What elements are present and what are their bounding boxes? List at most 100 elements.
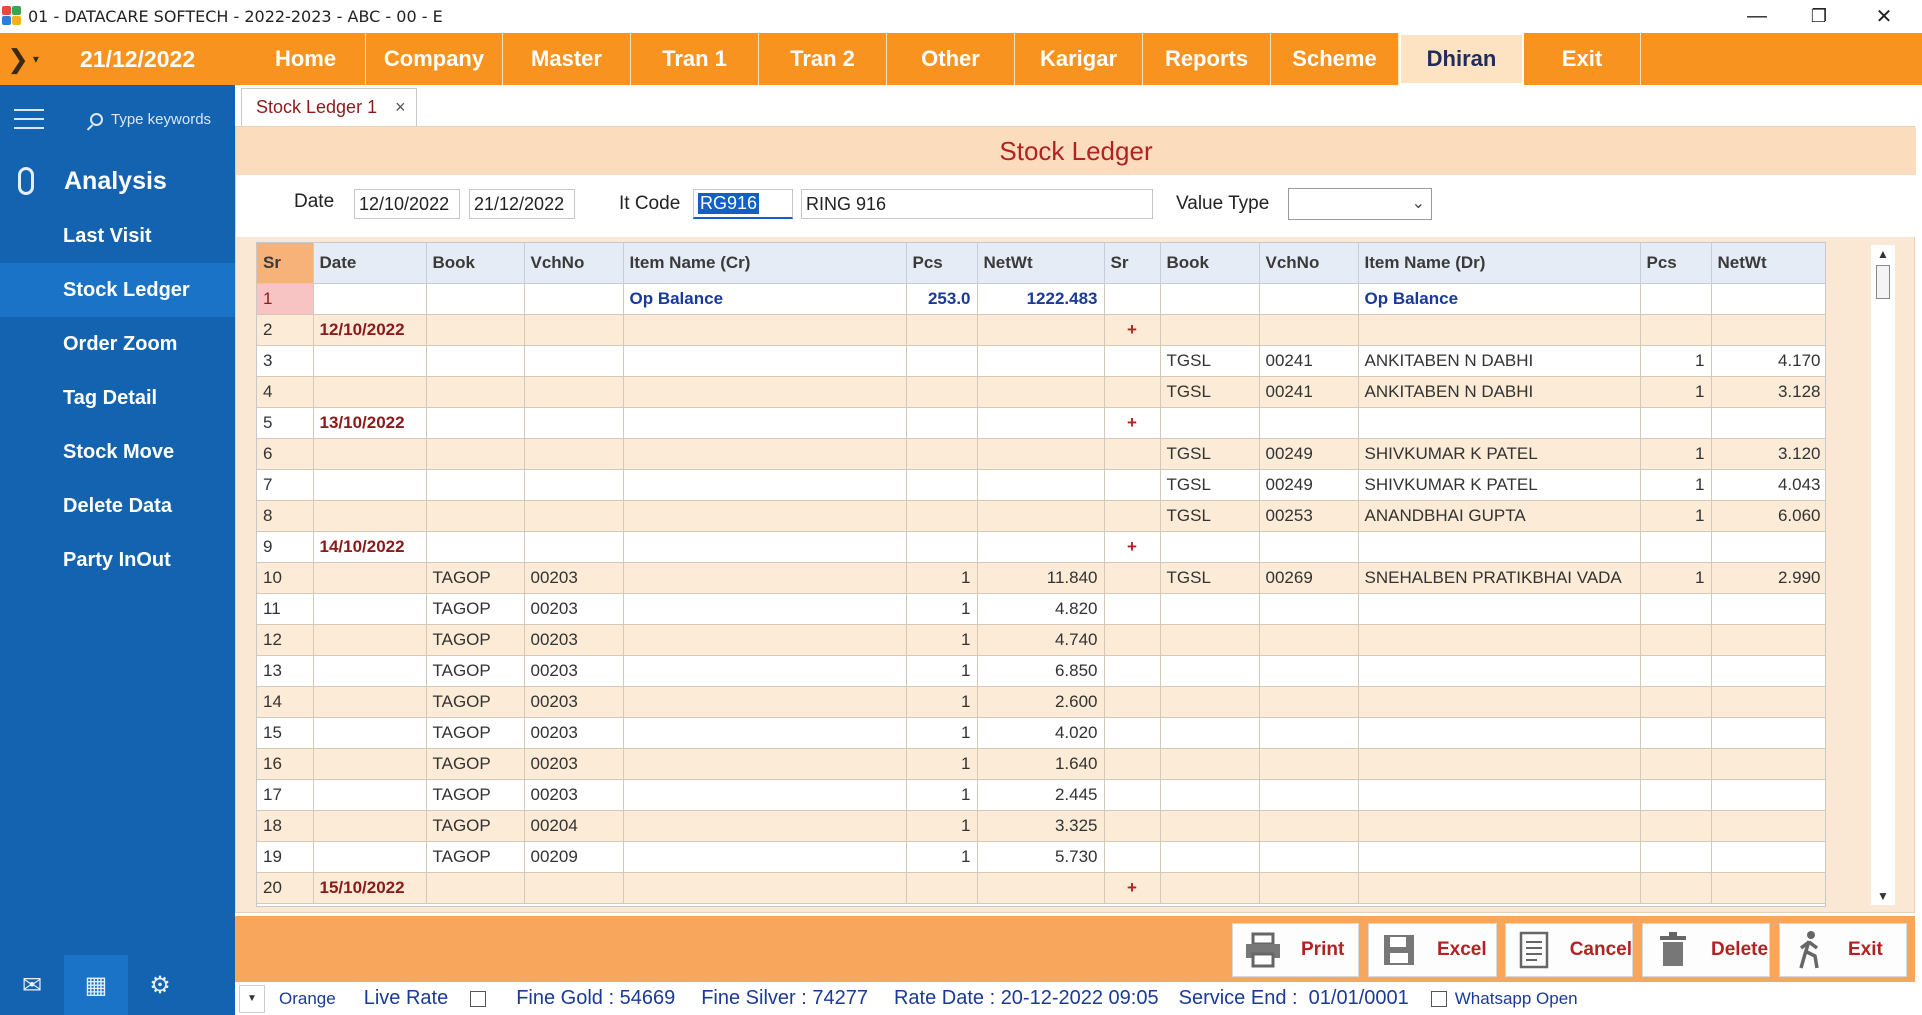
table-row[interactable]: 2 12/10/2022 + [257,314,1825,346]
table-row[interactable]: 5 13/10/2022 + [257,407,1825,439]
sidebar-section-analysis[interactable]: Analysis [0,153,235,209]
table-cell[interactable] [1711,872,1825,904]
table-cell[interactable]: ANANDBHAI GUPTA [1358,500,1641,532]
table-cell[interactable] [1711,283,1825,315]
table-cell[interactable] [623,500,907,532]
table-cell[interactable]: 9 [257,531,314,563]
table-cell[interactable] [906,376,978,408]
print-button[interactable]: Print [1232,923,1359,977]
sidebar-item-stock-move[interactable]: Stock Move [0,425,235,479]
table-cell[interactable] [1358,810,1641,842]
table-cell[interactable] [1160,593,1260,625]
table-cell[interactable] [977,376,1105,408]
table-row[interactable]: 4 TGSL 00241 ANKITABEN N DABHI 1 3.128 [257,376,1825,408]
table-cell[interactable] [1711,531,1825,563]
table-cell[interactable] [524,872,624,904]
table-cell[interactable] [623,407,907,439]
live-rate-checkbox[interactable] [470,990,487,1007]
table-row[interactable]: 7 TGSL 00249 SHIVKUMAR K PATEL 1 4.043 [257,469,1825,501]
table-cell[interactable]: TAGOP [426,655,525,687]
table-cell[interactable] [426,438,525,470]
column-header[interactable]: VchNo [524,243,624,284]
table-cell[interactable] [1640,314,1712,346]
table-cell[interactable] [1104,779,1161,811]
table-cell[interactable]: 1 [906,810,978,842]
table-cell[interactable]: 1 [906,686,978,718]
table-cell[interactable]: 17 [257,779,314,811]
theme-label[interactable]: Orange [279,989,336,1009]
table-cell[interactable]: TGSL [1160,562,1260,594]
whatsapp-checkbox[interactable] [1430,990,1447,1007]
table-cell[interactable] [1711,779,1825,811]
table-cell[interactable] [1711,314,1825,346]
menu-item-reports[interactable]: Reports [1143,33,1271,85]
table-cell[interactable]: TAGOP [426,841,525,873]
table-cell[interactable] [1259,407,1359,439]
table-cell[interactable] [313,500,427,532]
table-cell[interactable] [1711,748,1825,780]
sidebar-search[interactable]: Type keywords [90,111,211,128]
table-cell[interactable] [1160,686,1260,718]
table-cell[interactable] [623,779,907,811]
table-cell[interactable] [1160,872,1260,904]
table-cell[interactable] [1711,841,1825,873]
table-cell[interactable] [313,655,427,687]
table-cell[interactable] [426,345,525,377]
cancel-button[interactable]: Cancel [1505,923,1633,977]
table-cell[interactable] [1104,345,1161,377]
table-cell[interactable]: 00203 [524,624,624,656]
table-cell[interactable]: 1 [1640,562,1712,594]
table-cell[interactable]: 11.840 [977,562,1105,594]
table-cell[interactable] [1711,655,1825,687]
table-cell[interactable] [623,438,907,470]
excel-button[interactable]: Excel [1368,923,1497,977]
menu-item-scheme[interactable]: Scheme [1271,33,1399,85]
menu-item-company[interactable]: Company [366,33,503,85]
table-cell[interactable] [1104,717,1161,749]
table-cell[interactable] [1640,841,1712,873]
table-cell[interactable]: 1 [906,841,978,873]
table-cell[interactable] [1259,655,1359,687]
table-cell[interactable]: 4.020 [977,717,1105,749]
table-cell[interactable] [1259,283,1359,315]
table-cell[interactable]: 00241 [1259,345,1359,377]
column-header[interactable]: Item Name (Dr) [1358,243,1641,284]
table-cell[interactable] [1640,748,1712,780]
table-cell[interactable] [906,438,978,470]
table-cell[interactable]: 1 [906,624,978,656]
table-cell[interactable]: + [1104,872,1161,904]
table-cell[interactable] [623,562,907,594]
table-cell[interactable]: 2.445 [977,779,1105,811]
table-cell[interactable]: 3.128 [1711,376,1825,408]
close-window-button[interactable]: ✕ [1855,0,1913,32]
table-cell[interactable] [426,376,525,408]
table-cell[interactable]: 15/10/2022 [313,872,427,904]
table-cell[interactable] [524,345,624,377]
table-cell[interactable]: SHIVKUMAR K PATEL [1358,469,1641,501]
table-cell[interactable]: TGSL [1160,345,1260,377]
table-cell[interactable] [426,314,525,346]
table-cell[interactable]: 1 [906,655,978,687]
table-cell[interactable]: 1 [906,779,978,811]
table-cell[interactable]: 1 [906,593,978,625]
table-cell[interactable]: SHIVKUMAR K PATEL [1358,438,1641,470]
minimize-button[interactable]: — [1728,0,1786,32]
table-cell[interactable]: TAGOP [426,593,525,625]
table-cell[interactable] [1640,283,1712,315]
table-cell[interactable] [623,841,907,873]
table-cell[interactable] [1160,624,1260,656]
table-cell[interactable] [313,810,427,842]
restore-button[interactable]: ❐ [1790,0,1848,32]
table-row[interactable]: 17 TAGOP 00203 1 2.445 [257,779,1825,811]
table-cell[interactable] [1104,500,1161,532]
table-cell[interactable]: 2.600 [977,686,1105,718]
table-cell[interactable]: 00269 [1259,562,1359,594]
column-header[interactable]: Book [1160,243,1260,284]
table-cell[interactable] [524,283,624,315]
table-cell[interactable]: 12 [257,624,314,656]
table-cell[interactable] [313,376,427,408]
menu-item-exit[interactable]: Exit [1524,33,1641,85]
table-cell[interactable]: TAGOP [426,748,525,780]
table-cell[interactable] [1160,407,1260,439]
table-cell[interactable] [906,531,978,563]
